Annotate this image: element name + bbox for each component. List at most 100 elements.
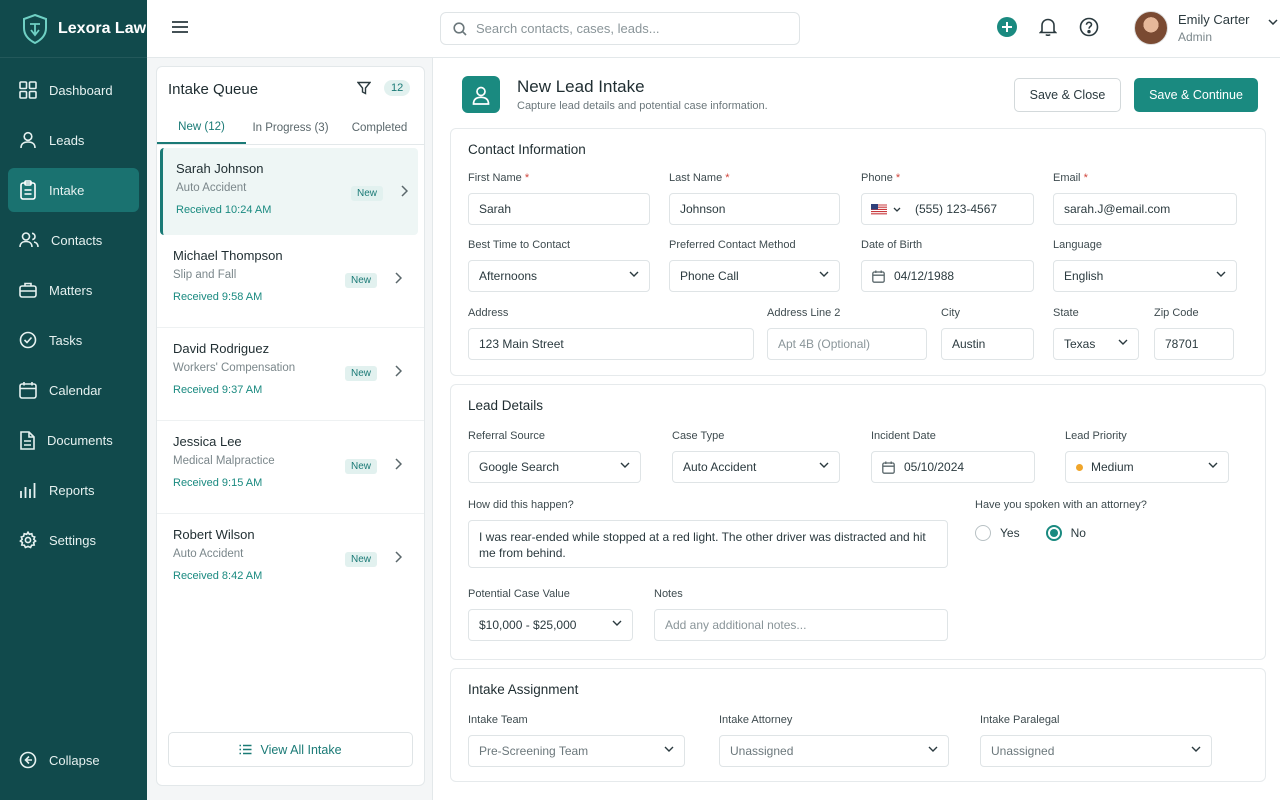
status-badge: New (345, 366, 378, 381)
field-label: Language (1053, 239, 1102, 251)
arrow-left-circle-icon (19, 751, 37, 769)
sidebar-item-label: Intake (49, 182, 85, 198)
filter-icon[interactable] (357, 81, 371, 95)
view-all-intake-button[interactable]: View All Intake (168, 732, 413, 767)
referral-source-select[interactable]: Google Search (468, 451, 641, 483)
chevron-down-icon (1118, 339, 1128, 345)
help-circle-icon[interactable] (1079, 17, 1099, 37)
city-input[interactable]: Austin (941, 328, 1034, 360)
first-name-field: First Name * Sarah (468, 172, 650, 225)
required-asterisk: * (895, 172, 901, 184)
best-time-field: Best Time to Contact Afternoons (468, 239, 650, 292)
field-label: Notes (654, 588, 683, 600)
sidebar-item-documents[interactable]: Documents (8, 418, 139, 462)
calendar-icon (19, 382, 37, 399)
sidebar-item-matters[interactable]: Matters (8, 268, 139, 312)
status-badge: New (345, 273, 378, 288)
tab-completed[interactable]: Completed (335, 111, 424, 144)
tab-in-progress[interactable]: In Progress (3) (246, 111, 335, 144)
radio-no[interactable]: No (1045, 525, 1086, 541)
date-of-birth-input[interactable]: 04/12/1988 (861, 260, 1034, 292)
queue-item-time: Received 8:42 AM (173, 570, 263, 582)
search-input[interactable] (476, 21, 776, 36)
select-value: Medium (1091, 460, 1134, 474)
phone-field: Phone * (555) 123-4567 (861, 172, 1034, 225)
section-title: Lead Details (468, 398, 544, 413)
chevron-down-icon (1216, 271, 1226, 277)
top-actions (997, 17, 1099, 37)
save-close-button[interactable]: Save & Close (1014, 78, 1121, 112)
sidebar-item-label: Calendar (49, 382, 102, 398)
intake-attorney-field: Intake Attorney Unassigned (719, 714, 949, 767)
sidebar-item-label: Tasks (49, 332, 83, 348)
tab-new[interactable]: New (12) (157, 111, 246, 144)
chevron-down-icon (928, 746, 938, 752)
search-box[interactable] (440, 12, 800, 45)
sidebar-item-intake[interactable]: Intake (8, 168, 139, 212)
case-value-select[interactable]: $10,000 - $25,000 (468, 609, 633, 641)
sidebar-nav: Dashboard Leads Intake Contacts Matters … (0, 58, 147, 562)
notes-input[interactable]: Add any additional notes... (654, 609, 948, 641)
save-continue-button[interactable]: Save & Continue (1134, 78, 1258, 112)
date-value: 04/12/1988 (894, 269, 955, 283)
lead-priority-field: Lead Priority Medium (1065, 430, 1229, 483)
sidebar-item-tasks[interactable]: Tasks (8, 318, 139, 362)
brand[interactable]: Lexora Law (0, 0, 147, 58)
contact-information-card: Contact Information First Name * Sarah L… (450, 128, 1266, 376)
required-asterisk: * (725, 172, 730, 184)
collapse-button[interactable]: Collapse (8, 740, 139, 780)
hamburger-menu-icon[interactable] (171, 18, 189, 36)
email-input[interactable]: sarah.J@email.com (1053, 193, 1237, 225)
incident-date-input[interactable]: 05/10/2024 (871, 451, 1035, 483)
document-icon (20, 430, 35, 450)
sidebar-item-dashboard[interactable]: Dashboard (8, 68, 139, 112)
sidebar-item-leads[interactable]: Leads (8, 118, 139, 162)
radio-yes[interactable]: Yes (975, 525, 1020, 541)
check-circle-icon (19, 331, 37, 349)
queue-count-badge: 12 (384, 80, 411, 96)
intake-paralegal-select[interactable]: Unassigned (980, 735, 1212, 767)
field-label: Preferred Contact Method (669, 239, 796, 251)
us-flag-icon[interactable] (871, 203, 887, 215)
queue-item[interactable]: Robert Wilson Auto Accident Received 8:4… (157, 514, 424, 607)
chevron-down-icon (629, 271, 639, 277)
queue-list: Sarah Johnson Auto Accident Received 10:… (157, 148, 424, 607)
address-input[interactable]: 123 Main Street (468, 328, 754, 360)
phone-input[interactable]: (555) 123-4567 (915, 202, 997, 216)
chevron-right-icon (395, 551, 402, 563)
contact-method-select[interactable]: Phone Call (669, 260, 840, 292)
queue-item[interactable]: Jessica Lee Medical Malpractice Received… (157, 421, 424, 514)
state-select[interactable]: Texas (1053, 328, 1139, 360)
intake-team-select[interactable]: Pre-Screening Team (468, 735, 685, 767)
first-name-input[interactable]: Sarah (468, 193, 650, 225)
zip-code-input[interactable]: 78701 (1154, 328, 1234, 360)
state-field: State Texas (1053, 307, 1139, 360)
lead-priority-select[interactable]: Medium (1065, 451, 1229, 483)
chevron-right-icon (395, 458, 402, 470)
case-type-select[interactable]: Auto Accident (672, 451, 840, 483)
queue-item[interactable]: Sarah Johnson Auto Accident Received 10:… (160, 148, 418, 235)
lead-intake-form: New Lead Intake Capture lead details and… (432, 58, 1280, 800)
bar-chart-icon (20, 483, 36, 498)
language-select[interactable]: English (1053, 260, 1237, 292)
sidebar-item-contacts[interactable]: Contacts (8, 218, 139, 262)
queue-item-name: Robert Wilson (173, 527, 255, 542)
queue-item[interactable]: Michael Thompson Slip and Fall Received … (157, 235, 424, 328)
address-line-2-input[interactable]: Apt 4B (Optional) (767, 328, 927, 360)
how-it-happened-field: How did this happen? I was rear-ended wh… (468, 499, 948, 568)
sidebar-item-reports[interactable]: Reports (8, 468, 139, 512)
user-menu[interactable]: Emily Carter Admin (1134, 11, 1278, 45)
add-circle-icon[interactable] (997, 17, 1017, 37)
top-bar: Emily Carter Admin (147, 0, 1280, 58)
sidebar-item-settings[interactable]: Settings (8, 518, 139, 562)
chevron-down-icon (620, 462, 630, 468)
sidebar-item-calendar[interactable]: Calendar (8, 368, 139, 412)
bell-icon[interactable] (1039, 17, 1057, 37)
how-it-happened-textarea[interactable]: I was rear-ended while stopped at a red … (468, 520, 948, 568)
intake-attorney-select[interactable]: Unassigned (719, 735, 949, 767)
queue-item[interactable]: David Rodriguez Workers' Compensation Re… (157, 328, 424, 421)
last-name-input[interactable]: Johnson (669, 193, 840, 225)
best-time-select[interactable]: Afternoons (468, 260, 650, 292)
chevron-down-icon (1191, 746, 1201, 752)
status-badge: New (345, 552, 378, 567)
